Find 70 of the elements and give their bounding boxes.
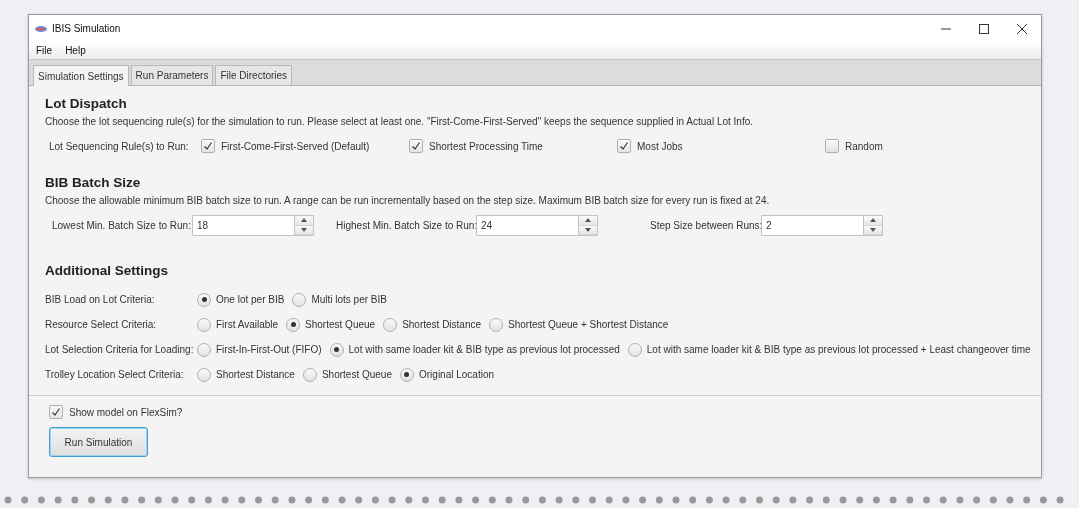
checkbox[interactable] [617,139,631,153]
radio-button[interactable] [197,317,211,332]
section-heading: BIB Batch Size [45,175,142,190]
radio-label: First-In-First-Out (FIFO) [216,344,322,355]
up-arrow-icon [585,218,591,223]
number-field[interactable]: 24 [476,215,578,236]
up-arrow-icon [870,218,876,223]
up-arrow-icon [301,218,307,223]
radio-label: Shortest Queue [305,319,376,330]
app-logo-icon [35,25,47,32]
down-arrow-icon [870,227,876,232]
tab[interactable]: Run Parameters [130,65,214,85]
checkbox[interactable] [49,405,63,419]
increment-button[interactable] [579,216,597,226]
radio-label: Shortest Distance [402,319,482,330]
radio-label: Shortest Queue + Shortest Distance [508,319,669,330]
checkbox-label: Random [845,140,883,152]
radio-button[interactable] [400,367,414,382]
checkbox-label: First-Come-First-Served (Default) [221,140,370,152]
radio-button[interactable] [627,342,642,357]
decrement-button[interactable] [864,225,882,235]
down-arrow-icon [585,227,591,232]
field-label: Lot Selection Criteria for Loading: [45,344,195,355]
section-description: Choose the allowable minimum BIB batch size to run. A range can be run incrementally based on the step size. Maximum BIB batch size for every run is fixed at 24. [45,195,771,206]
radio-button[interactable] [292,292,307,307]
maximize-icon [979,23,989,34]
radio-label: Shortest Queue [321,369,392,380]
radio-label: Lot with same loader kit & BIB type as previous lot processed [348,344,620,355]
field-label: BIB Load on Lot Criteria: [45,294,156,305]
increment-button[interactable] [295,216,313,226]
window-title: IBIS Simulation [52,23,121,34]
section-heading: Lot Dispatch [45,96,128,111]
tab[interactable]: Simulation Settings [33,65,129,86]
radio-button[interactable] [383,317,398,332]
radio-button[interactable] [197,367,211,382]
field-label: Resource Select Criteria: [45,319,158,330]
radio-button[interactable] [329,342,344,357]
field-label: Lot Sequencing Rule(s) to Run: [49,140,190,152]
section-description: Choose the lot sequencing rule(s) for the simulation to run. Please select at least one. "First-Come-First-Served" keeps the sequence supplied in Actual Lot Info. [45,116,755,127]
radio-button[interactable] [489,317,504,332]
radio-label: Original Location [419,369,495,380]
radio-label: One lot per BIB [216,294,285,305]
checkbox[interactable] [201,139,215,153]
close-icon [1017,23,1027,34]
increment-button[interactable] [864,216,882,226]
radio-button[interactable] [302,367,317,382]
radio-label: Lot with same loader kit & BIB type as previous lot processed + Least changeover time [646,344,1031,355]
down-arrow-icon [301,227,307,232]
radio-label: Shortest Distance [216,369,295,380]
checkbox-label: Most Jobs [637,140,683,152]
menu-item[interactable]: File [36,45,53,56]
tab[interactable]: File Directories [215,65,293,85]
checkbox-label: Show model on FlexSim? [69,406,183,418]
field-label: Trolley Location Select Criteria: [45,369,185,380]
radio-button[interactable] [197,342,211,357]
run-button[interactable]: Run Simulation [49,427,148,457]
checkbox-label: Shortest Processing Time [429,140,543,152]
radio-button[interactable] [197,292,211,307]
number-field[interactable]: 18 [192,215,294,236]
radio-label: First Available [216,319,279,330]
number-field[interactable]: 2 [761,215,863,236]
checkbox[interactable] [409,139,423,153]
decrement-button[interactable] [579,225,597,235]
radio-label: Multi lots per BIB [311,294,387,305]
field-label: Lowest Min. Batch Size to Run: [52,220,188,231]
menu-item[interactable]: Help [65,45,86,56]
radio-button[interactable] [286,317,301,332]
checkbox[interactable] [825,139,839,153]
decrement-button[interactable] [295,225,313,235]
section-heading: Additional Settings [45,263,169,278]
